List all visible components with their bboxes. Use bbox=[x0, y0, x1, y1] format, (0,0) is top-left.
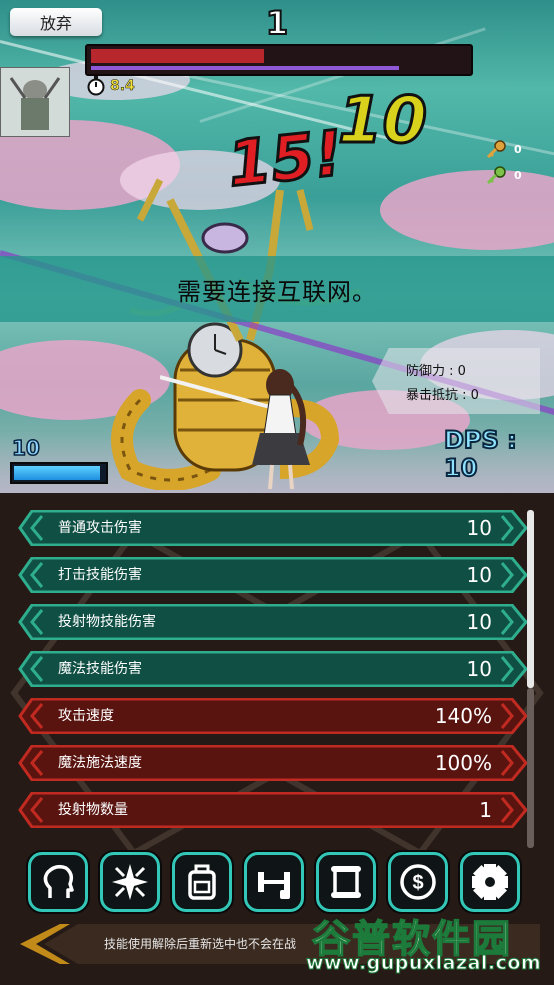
green-key-count: 0 bbox=[514, 168, 522, 182]
stat-row[interactable]: 打击技能伤害 10 bbox=[18, 557, 528, 593]
quit-button[interactable]: 放弃 bbox=[10, 8, 102, 36]
stat-row[interactable]: 魔法施法速度 100% bbox=[18, 745, 528, 781]
stat-row[interactable]: 普通攻击伤害 10 bbox=[18, 510, 528, 546]
green-key-icon bbox=[486, 166, 506, 184]
stat-value: 140% bbox=[434, 704, 492, 728]
damage-number-crit: 15! bbox=[223, 115, 348, 203]
stat-label: 打击技能伤害 bbox=[58, 567, 142, 583]
stat-label: 普通攻击伤害 bbox=[58, 520, 142, 536]
gold-key-count: 0 bbox=[514, 142, 522, 156]
player-level-fill bbox=[14, 466, 100, 480]
svg-text:$: $ bbox=[412, 872, 423, 894]
training-button[interactable] bbox=[244, 852, 304, 912]
damage-number: 10 bbox=[336, 83, 428, 160]
stats-scrollbar-thumb[interactable] bbox=[527, 510, 534, 688]
player-level: 10 bbox=[11, 435, 40, 461]
shop-button[interactable]: $ bbox=[388, 852, 448, 912]
enemy-stats-panel bbox=[372, 348, 540, 414]
coin-icon: $ bbox=[400, 864, 436, 900]
stat-label: 攻击速度 bbox=[58, 708, 114, 724]
stat-row[interactable]: 魔法技能伤害 10 bbox=[18, 651, 528, 687]
scroll-icon bbox=[331, 866, 361, 898]
stopwatch-icon bbox=[87, 76, 105, 96]
boss-shield-fill bbox=[91, 66, 400, 70]
stat-value: 1 bbox=[479, 798, 492, 822]
stat-label: 魔法施法速度 bbox=[58, 755, 142, 771]
quest-button[interactable] bbox=[316, 852, 376, 912]
magic-button[interactable] bbox=[100, 852, 160, 912]
settings-button[interactable] bbox=[460, 852, 520, 912]
stat-label: 魔法技能伤害 bbox=[58, 661, 142, 677]
boss-hp-fill bbox=[91, 49, 264, 63]
bottom-toolbar: $ bbox=[28, 852, 520, 912]
timer-text: 8.4 bbox=[110, 78, 135, 95]
dumbbell-icon bbox=[258, 872, 290, 899]
watermark-url: www.gupuxlazal.com bbox=[305, 952, 542, 975]
sparkle-icon bbox=[112, 864, 148, 900]
head-icon bbox=[43, 864, 74, 898]
stage-number: 1 bbox=[265, 3, 289, 43]
stat-label: 投射物数量 bbox=[58, 802, 128, 818]
boss-timer: 8.4 bbox=[86, 76, 135, 96]
network-notice: 需要连接互联网。 bbox=[0, 256, 554, 322]
key-counters: 0 0 bbox=[486, 140, 522, 184]
stat-value: 10 bbox=[466, 657, 492, 681]
stats-scrollbar-track[interactable] bbox=[527, 688, 534, 848]
green-key-counter: 0 bbox=[486, 166, 522, 184]
hint-text: 技能使用解除后重新选中也不会在战 bbox=[104, 937, 297, 951]
stat-value: 100% bbox=[434, 751, 492, 775]
stat-label: 投射物技能伤害 bbox=[58, 614, 156, 630]
gold-key-icon bbox=[486, 140, 506, 158]
stat-value: 10 bbox=[466, 563, 492, 587]
stat-row[interactable]: 投射物数量 1 bbox=[18, 792, 528, 828]
dps-readout: DPS : 10 bbox=[443, 425, 518, 483]
backpack-icon bbox=[188, 864, 216, 900]
skills-head-button[interactable] bbox=[28, 852, 88, 912]
enemy-strike-resist: 暴击抵抗 : 0 bbox=[406, 388, 479, 403]
player-level-bar bbox=[10, 462, 108, 484]
boss-portrait bbox=[0, 67, 70, 137]
stat-value: 10 bbox=[466, 516, 492, 540]
stat-value: 10 bbox=[466, 610, 492, 634]
player-character bbox=[160, 369, 310, 490]
inventory-button[interactable] bbox=[172, 852, 232, 912]
gold-key-counter: 0 bbox=[486, 140, 522, 158]
gear-icon bbox=[472, 864, 508, 900]
stat-row[interactable]: 攻击速度 140% bbox=[18, 698, 528, 734]
stat-row[interactable]: 投射物技能伤害 10 bbox=[18, 604, 528, 640]
enemy-defense: 防御力 : 0 bbox=[406, 364, 466, 379]
boss-hp-bar bbox=[85, 44, 473, 76]
